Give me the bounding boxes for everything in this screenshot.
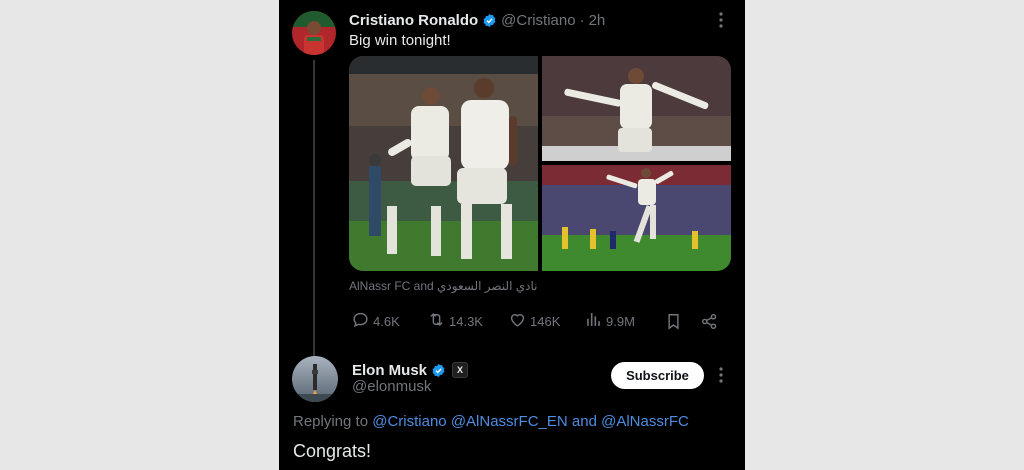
x-affiliate-badge[interactable]: X [452, 362, 469, 378]
reply-header: Elon Musk X [352, 360, 469, 380]
reply-text: Congrats! [293, 441, 372, 461]
tweet-thread-panel: Cristiano Ronaldo @Cristiano · 2h Big wi… [279, 0, 745, 470]
like-icon [508, 310, 530, 332]
reply-button[interactable]: 4.6K [351, 310, 400, 332]
mention-alnassrfc-en[interactable]: @AlNassrFC_EN [451, 413, 568, 430]
subscribe-button[interactable]: Subscribe [611, 362, 704, 389]
repost-icon [427, 310, 449, 332]
thread-line [313, 60, 315, 358]
bookmark-icon[interactable] [664, 310, 686, 332]
elon-avatar[interactable] [292, 356, 338, 402]
separator-dot: · [579, 11, 585, 29]
page: Cristiano Ronaldo @Cristiano · 2h Big wi… [0, 0, 1024, 470]
media-grid [349, 56, 731, 271]
like-button[interactable]: 146K [508, 310, 560, 332]
verified-badge-icon [482, 13, 497, 28]
views-count: 9.9M [606, 313, 635, 329]
tweet-text: Big win tonight! [349, 32, 451, 49]
reply-icon [351, 310, 373, 332]
views-icon [584, 310, 606, 332]
reply-count: 4.6K [373, 313, 400, 329]
photo-arms-wide[interactable] [542, 56, 731, 161]
photo-running-celebration[interactable] [542, 165, 731, 271]
more-icon[interactable] [711, 365, 731, 385]
cristiano-avatar[interactable] [292, 11, 336, 55]
tweet-time[interactable]: 2h [589, 12, 606, 29]
verified-badge-icon [431, 363, 446, 378]
replying-to-line: Replying to @Cristiano @AlNassrFC_EN and… [293, 413, 689, 430]
repost-button[interactable]: 14.3K [427, 310, 483, 332]
author-handle[interactable]: @Cristiano [501, 12, 575, 29]
mention-cristiano[interactable]: @Cristiano [372, 413, 446, 430]
tagged-accounts[interactable]: AlNassr FC and نادي النصر السعودي [349, 279, 538, 293]
author-name[interactable]: Cristiano Ronaldo [349, 12, 478, 29]
replying-prefix: Replying to [293, 413, 369, 430]
mention-alnassrfc[interactable]: @AlNassrFC [601, 413, 689, 430]
and-word: and [571, 413, 597, 430]
views-button[interactable]: 9.9M [584, 310, 635, 332]
reply-author-handle[interactable]: @elonmusk [352, 378, 431, 395]
share-icon[interactable] [700, 310, 722, 332]
reply-author-name[interactable]: Elon Musk [352, 362, 427, 379]
photo-celebration-duo[interactable] [349, 56, 538, 271]
like-count: 146K [530, 313, 561, 329]
repost-count: 14.3K [449, 313, 483, 329]
tweet-actions: 4.6K 14.3K 146K 9.9M [349, 310, 731, 332]
more-icon[interactable] [711, 10, 731, 30]
tweet-header: Cristiano Ronaldo @Cristiano · 2h [349, 10, 605, 30]
